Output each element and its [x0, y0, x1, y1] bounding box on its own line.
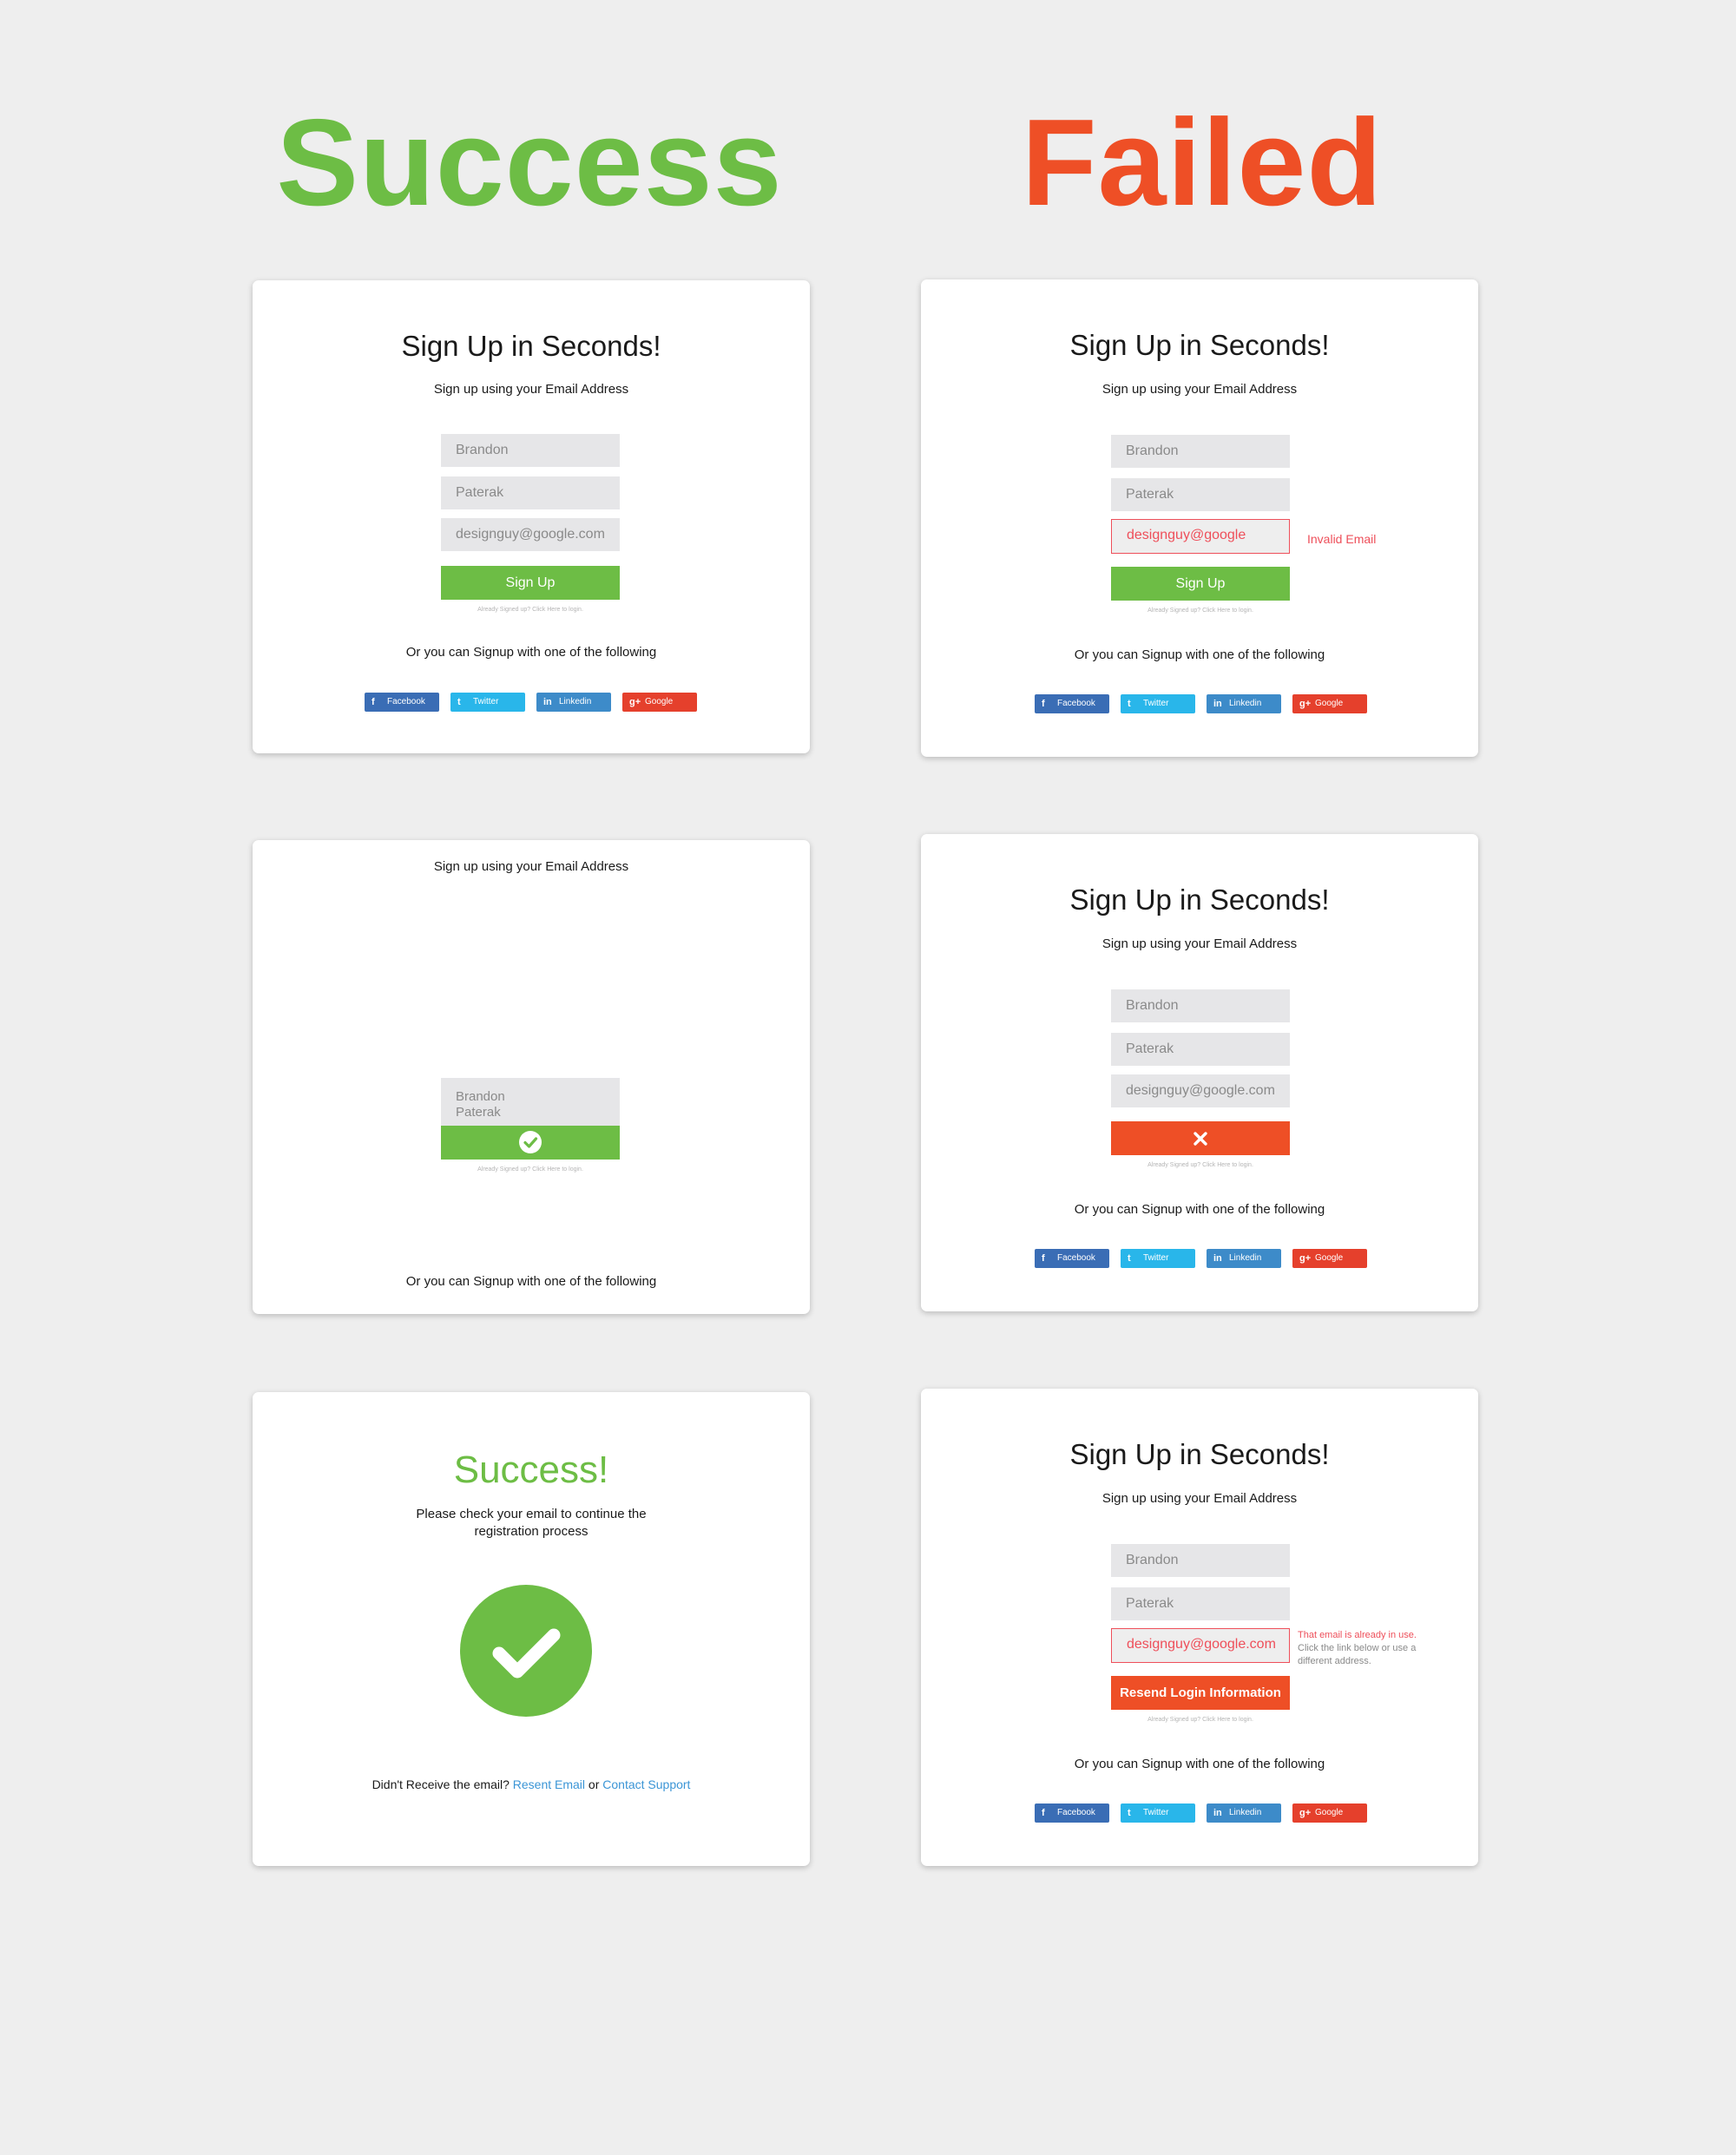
google-icon: g+	[1299, 1253, 1312, 1264]
sign-up-failed-button[interactable]	[1111, 1121, 1290, 1155]
last-name-field[interactable]: Paterak	[1111, 478, 1290, 511]
linkedin-icon: in	[1213, 1808, 1222, 1818]
resend-email-link[interactable]: Resent Email	[513, 1777, 585, 1791]
email-field[interactable]: designguy@google.com	[1111, 1074, 1290, 1107]
email-in-use-line1: That email is already in use.	[1298, 1630, 1417, 1640]
linkedin-icon: in	[1213, 1253, 1222, 1264]
email-field-error[interactable]: designguy@google	[1111, 519, 1290, 554]
first-name-field[interactable]: Brandon	[1111, 1544, 1290, 1577]
twitter-icon: t	[1128, 1253, 1131, 1264]
signup-card-submitting: Sign up using your Email Address Brandon…	[253, 840, 810, 1314]
last-name-field[interactable]: Paterak	[1111, 1587, 1290, 1620]
card-subtitle: Sign up using your Email Address	[1101, 1491, 1298, 1506]
success-title: Success!	[453, 1449, 609, 1491]
email-field[interactable]: designguy@google.com	[441, 518, 620, 551]
facebook-icon: f	[1042, 699, 1045, 709]
google-icon: g+	[1299, 699, 1312, 709]
google-button[interactable]: g+ Google	[1292, 1803, 1367, 1823]
social-buttons: f Facebook t Twitter in Linkedin g+ Google	[1035, 1803, 1382, 1823]
or-signup-text: Or you can Signup with one of the follow…	[1074, 1202, 1325, 1217]
contact-support-link[interactable]: Contact Support	[602, 1777, 690, 1791]
google-button[interactable]: g+ Google	[1292, 694, 1367, 713]
facebook-button[interactable]: f Facebook	[1035, 1249, 1109, 1268]
first-name-field[interactable]: Brandon	[1111, 989, 1290, 1022]
signup-card-failed-submit: Sign Up in Seconds! Sign up using your E…	[921, 834, 1478, 1311]
resend-line: Didn't Receive the email? Resent Email o…	[253, 1776, 810, 1793]
invalid-email-message: Invalid Email	[1307, 532, 1377, 546]
facebook-icon: f	[372, 697, 375, 707]
or-text: or	[588, 1777, 600, 1791]
email-field-error[interactable]: designguy@google.com	[1111, 1628, 1290, 1663]
facebook-button[interactable]: f Facebook	[365, 693, 439, 712]
login-link[interactable]: Already Signed up? Click Here to login.	[441, 606, 620, 614]
card-subtitle: Sign up using your Email Address	[433, 382, 629, 397]
twitter-button[interactable]: t Twitter	[1121, 1803, 1195, 1823]
last-name-field[interactable]: Paterak	[441, 476, 620, 509]
google-icon: g+	[1299, 1808, 1312, 1818]
social-buttons: f Facebook t Twitter in Linkedin g+ Google	[1035, 694, 1382, 713]
social-buttons: f Facebook t Twitter in Linkedin g+ Google	[1035, 1249, 1382, 1268]
last-name-field[interactable]: Paterak	[1111, 1033, 1290, 1066]
card-title: Sign Up in Seconds!	[1069, 884, 1330, 916]
success-confirmation-card: Success! Please check your email to cont…	[253, 1392, 810, 1866]
twitter-button[interactable]: t Twitter	[1121, 1249, 1195, 1268]
failed-heading: Failed	[1021, 94, 1384, 232]
login-link[interactable]: Already Signed up? Click Here to login.	[441, 1166, 620, 1174]
sign-up-success-button[interactable]	[441, 1126, 620, 1160]
twitter-icon: t	[457, 697, 461, 707]
facebook-button[interactable]: f Facebook	[1035, 1803, 1109, 1823]
signup-card-email-in-use: Sign Up in Seconds! Sign up using your E…	[921, 1389, 1478, 1866]
login-link[interactable]: Already Signed up? Click Here to login.	[1111, 607, 1290, 615]
signup-card-invalid-email: Sign Up in Seconds! Sign up using your E…	[921, 279, 1478, 757]
first-name-field[interactable]: Brandon	[441, 434, 620, 467]
card-subtitle: Sign up using your Email Address	[1101, 936, 1298, 951]
first-name-field[interactable]: Brandon	[1111, 435, 1290, 468]
facebook-button[interactable]: f Facebook	[1035, 694, 1109, 713]
card-title: Sign Up in Seconds!	[401, 330, 661, 362]
sign-up-button[interactable]: Sign Up	[1111, 567, 1290, 601]
email-in-use-message: That email is already in use. Click the …	[1298, 1629, 1445, 1668]
card-title: Sign Up in Seconds!	[1069, 1438, 1330, 1470]
email-in-use-line2: Click the link below or use a different …	[1298, 1643, 1417, 1666]
linkedin-icon: in	[543, 697, 552, 707]
didnt-receive-text: Didn't Receive the email?	[372, 1777, 510, 1791]
social-buttons: f Facebook t Twitter in Linkedin g+ Google	[365, 693, 712, 712]
or-signup-text: Or you can Signup with one of the follow…	[1074, 647, 1325, 662]
google-button[interactable]: g+ Google	[622, 693, 697, 712]
collapsing-fields: Brandon Paterak	[441, 1078, 620, 1127]
success-message-line1: Please check your email to continue the	[416, 1507, 647, 1521]
login-link[interactable]: Already Signed up? Click Here to login.	[1111, 1161, 1290, 1170]
google-button[interactable]: g+ Google	[1292, 1249, 1367, 1268]
google-icon: g+	[629, 697, 641, 707]
card-title: Sign Up in Seconds!	[1069, 329, 1330, 361]
sign-up-button[interactable]: Sign Up	[441, 566, 620, 600]
facebook-icon: f	[1042, 1253, 1045, 1264]
linkedin-button[interactable]: in Linkedin	[1207, 1249, 1281, 1268]
or-signup-text: Or you can Signup with one of the follow…	[405, 1274, 657, 1289]
twitter-icon: t	[1128, 699, 1131, 709]
checkmark-icon	[492, 1628, 561, 1679]
collapsing-first-name: Brandon	[456, 1089, 505, 1104]
card-subtitle: Sign up using your Email Address	[1101, 382, 1298, 397]
twitter-button[interactable]: t Twitter	[1121, 694, 1195, 713]
success-message-line2: registration process	[474, 1524, 589, 1539]
resend-login-button[interactable]: Resend Login Information	[1111, 1676, 1290, 1710]
linkedin-button[interactable]: in Linkedin	[1207, 1803, 1281, 1823]
facebook-icon: f	[1042, 1808, 1045, 1818]
check-circle-icon	[519, 1131, 542, 1153]
success-heading: Success	[276, 94, 783, 232]
or-signup-text: Or you can Signup with one of the follow…	[405, 645, 657, 660]
collapsing-last-name: Paterak	[456, 1105, 501, 1120]
card-subtitle: Sign up using your Email Address	[433, 859, 629, 874]
linkedin-button[interactable]: in Linkedin	[536, 693, 611, 712]
big-check-circle-icon	[460, 1585, 592, 1717]
twitter-icon: t	[1128, 1808, 1131, 1818]
close-icon	[1194, 1132, 1207, 1146]
login-link[interactable]: Already Signed up? Click Here to login.	[1111, 1716, 1290, 1725]
linkedin-button[interactable]: in Linkedin	[1207, 694, 1281, 713]
twitter-button[interactable]: t Twitter	[450, 693, 525, 712]
linkedin-icon: in	[1213, 699, 1222, 709]
signup-card-success-filled: Sign Up in Seconds! Sign up using your E…	[253, 280, 810, 753]
or-signup-text: Or you can Signup with one of the follow…	[1074, 1757, 1325, 1771]
